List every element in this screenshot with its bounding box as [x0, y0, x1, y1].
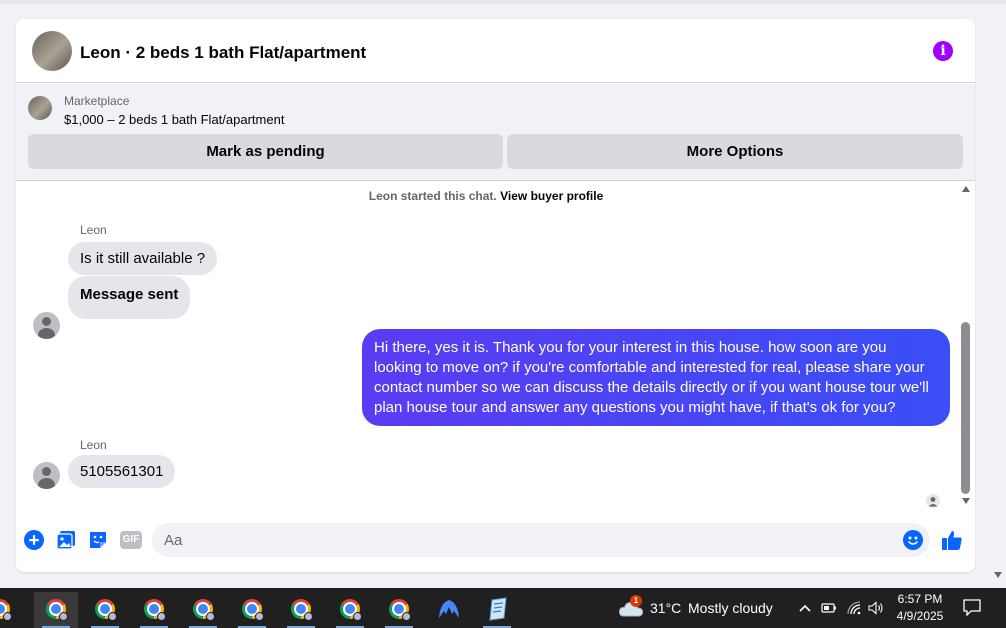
chevron-up-icon[interactable]	[798, 600, 812, 616]
wifi-icon[interactable]	[846, 600, 862, 616]
profile-badge-icon	[304, 612, 313, 621]
nordvpn-icon	[439, 600, 459, 618]
message-bubble-outgoing[interactable]: Hi there, yes it is. Thank you for your …	[362, 329, 950, 426]
thumbs-up-icon[interactable]	[941, 529, 963, 551]
listing-avatar[interactable]	[32, 31, 72, 71]
taskbar-app-chrome[interactable]	[328, 592, 372, 628]
profile-badge-icon	[108, 612, 117, 621]
sender-name: Leon	[80, 223, 107, 237]
chat-header: Leon · 2 beds 1 bath Flat/apartment i	[16, 19, 975, 83]
marketplace-listing-panel: Marketplace $1,000 – 2 beds 1 bath Flat/…	[16, 84, 975, 181]
message-list: Leon started this chat. View buyer profi…	[16, 181, 975, 516]
weather-temperature[interactable]: 31°C	[650, 600, 681, 616]
weather-notification-badge: 1	[630, 595, 642, 607]
emoji-icon[interactable]	[903, 530, 923, 550]
sticker-icon[interactable]	[88, 530, 108, 550]
photo-icon[interactable]	[56, 530, 76, 550]
mark-as-pending-button[interactable]: Mark as pending	[28, 134, 503, 169]
taskbar-app-chrome[interactable]	[0, 592, 22, 628]
chat-window: Leon · 2 beds 1 bath Flat/apartment i Ma…	[16, 19, 975, 572]
message-input[interactable]	[152, 523, 930, 557]
notepad-icon	[489, 597, 507, 621]
taskbar-app-chrome[interactable]	[279, 592, 323, 628]
profile-badge-icon	[59, 612, 68, 621]
weather-condition[interactable]: Mostly cloudy	[688, 600, 773, 616]
taskbar-app-notepad[interactable]	[475, 592, 519, 628]
sender-avatar[interactable]	[33, 312, 60, 339]
info-icon[interactable]: i	[933, 41, 953, 61]
listing-title[interactable]: $1,000 – 2 beds 1 bath Flat/apartment	[64, 112, 284, 127]
message-composer: GIF	[16, 516, 975, 572]
chat-title[interactable]: Leon · 2 beds 1 bath Flat/apartment	[80, 43, 366, 63]
message-scrollbar[interactable]	[958, 181, 975, 516]
more-options-button[interactable]: More Options	[507, 134, 963, 169]
sender-avatar[interactable]	[33, 462, 60, 489]
battery-icon[interactable]	[821, 600, 837, 616]
taskbar-app-chrome[interactable]	[181, 592, 225, 628]
marketplace-label: Marketplace	[64, 94, 130, 108]
gif-icon[interactable]: GIF	[120, 531, 142, 549]
sender-name: Leon	[80, 438, 107, 452]
seen-receipt-icon	[926, 494, 940, 508]
message-bubble-incoming[interactable]: 5105561301	[68, 455, 176, 488]
profile-badge-icon	[255, 612, 264, 621]
scroll-down-arrow[interactable]	[962, 498, 970, 504]
taskbar-app-nordvpn[interactable]	[426, 592, 470, 628]
plus-icon[interactable]	[24, 530, 44, 550]
profile-badge-icon	[3, 612, 12, 621]
listing-thumbnail[interactable]	[28, 96, 52, 120]
page-scroll-down-arrow[interactable]	[994, 572, 1002, 578]
message-bubble-incoming[interactable]: Is it still available ?	[68, 242, 218, 275]
taskbar-clock-time[interactable]: 6:57 PM	[880, 592, 960, 606]
browser-top-border	[0, 0, 1006, 4]
windows-taskbar: 1 31°C Mostly cloudy 6:57 PM 4/9/2025	[0, 588, 1006, 628]
profile-badge-icon	[157, 612, 166, 621]
taskbar-app-chrome[interactable]	[83, 592, 127, 628]
taskbar-app-chrome[interactable]	[34, 592, 78, 628]
taskbar-app-chrome[interactable]	[230, 592, 274, 628]
chat-started-text: Leon started this chat.	[368, 189, 497, 203]
scroll-thumb[interactable]	[961, 322, 970, 494]
chat-started-notice: Leon started this chat. View buyer profi…	[16, 189, 956, 203]
scroll-up-arrow[interactable]	[962, 186, 970, 192]
profile-badge-icon	[206, 612, 215, 621]
taskbar-app-chrome[interactable]	[377, 592, 421, 628]
message-bubble-incoming[interactable]: Message sent	[68, 276, 191, 319]
taskbar-clock-date[interactable]: 4/9/2025	[880, 609, 960, 623]
notification-center-icon[interactable]	[962, 598, 982, 616]
profile-badge-icon	[353, 612, 362, 621]
profile-badge-icon	[402, 612, 411, 621]
taskbar-app-chrome[interactable]	[132, 592, 176, 628]
view-buyer-profile-link[interactable]: View buyer profile	[500, 189, 603, 203]
